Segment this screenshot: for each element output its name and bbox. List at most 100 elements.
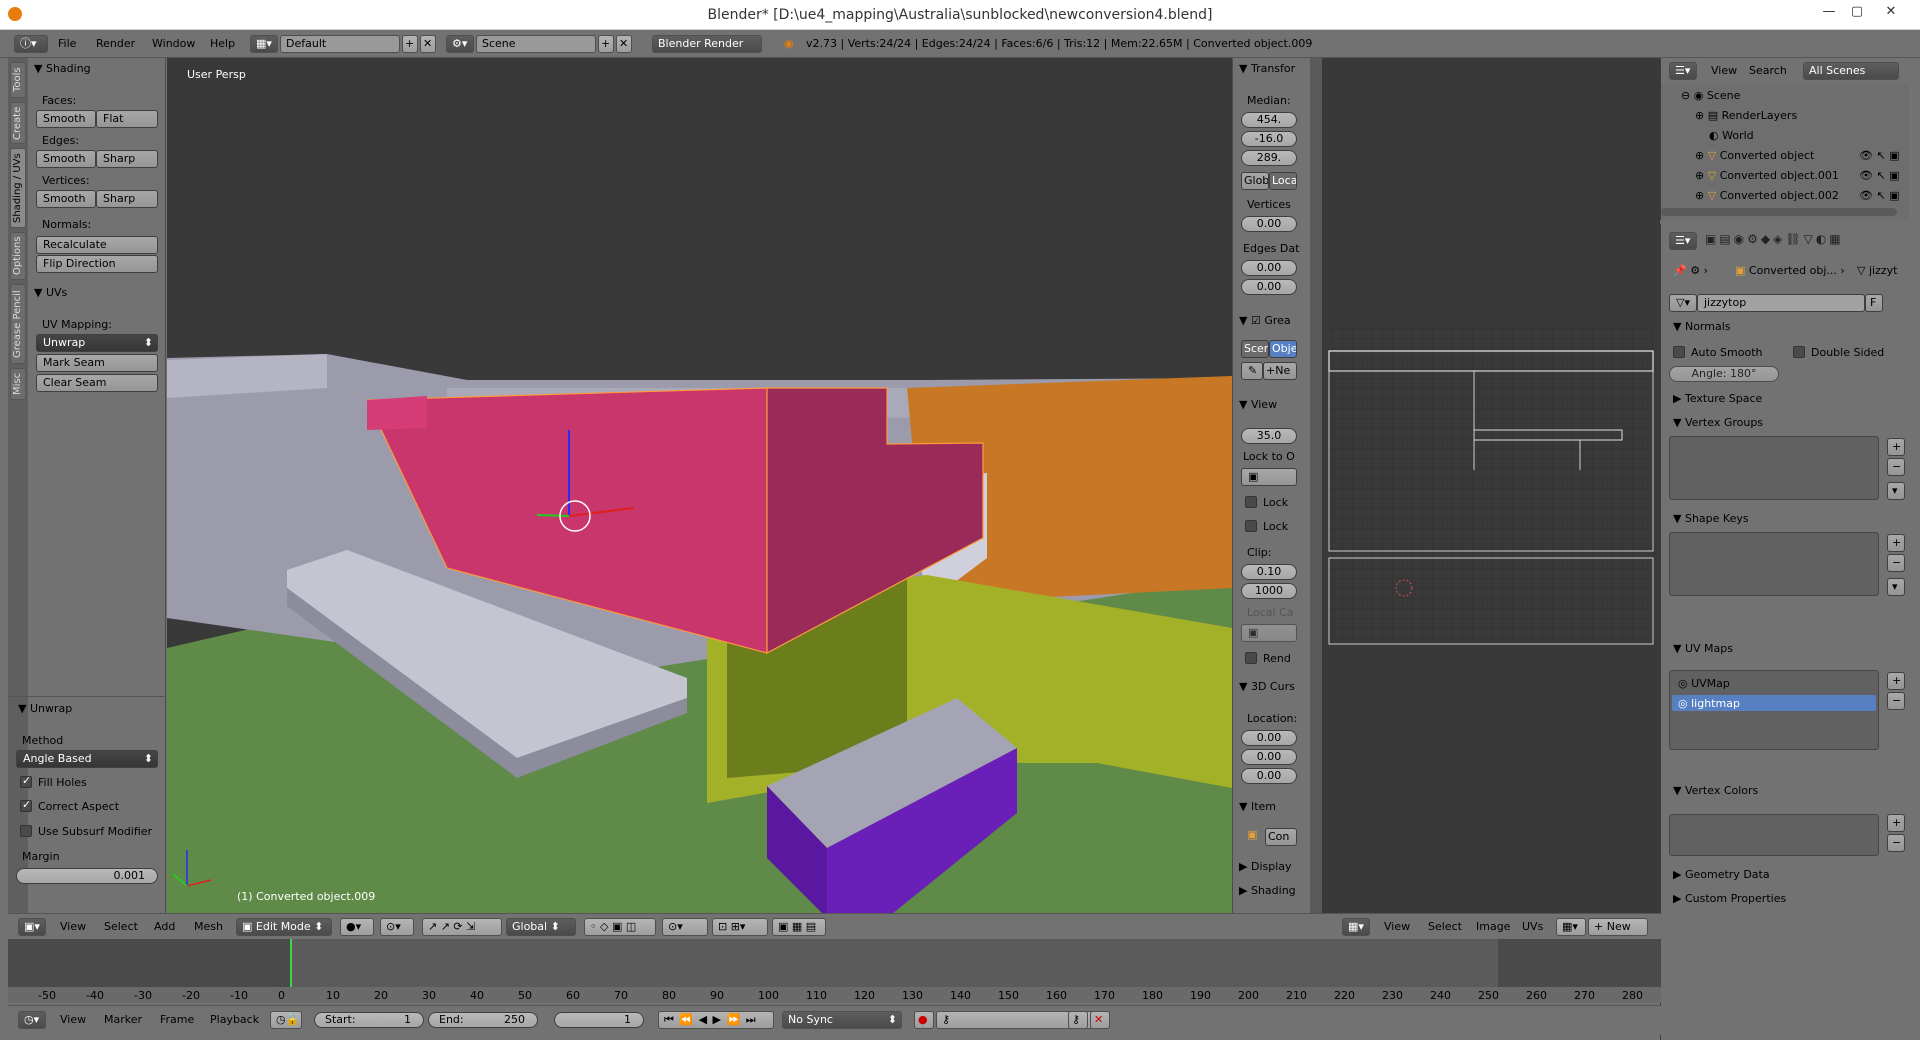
menu-window[interactable]: Window xyxy=(152,37,195,50)
view3d-menu-add[interactable]: Add xyxy=(154,920,175,933)
view3d-menu-view[interactable]: View xyxy=(60,920,86,933)
shape-key-add-icon[interactable]: + xyxy=(1887,534,1905,552)
playback-controls[interactable]: ⏮ ⏪ ◀ ▶ ⏩ ⏭ xyxy=(658,1011,774,1029)
local-toggle[interactable]: Loca xyxy=(1269,172,1297,190)
vertex-group-add-icon[interactable]: + xyxy=(1887,438,1905,456)
pin-icon[interactable]: 📌 ⚙ › xyxy=(1673,264,1708,277)
delete-keyframe-icon[interactable]: ✕ xyxy=(1090,1011,1110,1029)
visibility-icons-row-2[interactable]: 👁 ↖ ▣ xyxy=(1859,169,1900,182)
vertex-colors-header[interactable]: ▼ Vertex Colors xyxy=(1673,784,1758,797)
object-toggle[interactable]: Obje xyxy=(1269,340,1297,358)
clip-start-field[interactable]: 0.10 xyxy=(1241,564,1297,580)
uv-editor[interactable] xyxy=(1322,58,1660,913)
close-button[interactable]: ✕ xyxy=(1880,4,1902,22)
timeline-editor-icon[interactable]: ◷▾ xyxy=(18,1011,46,1029)
shape-key-remove-icon[interactable]: − xyxy=(1887,554,1905,572)
fill-holes-checkbox[interactable] xyxy=(20,774,32,788)
timeline-menu-playback[interactable]: Playback xyxy=(210,1013,259,1026)
tree-item-scene[interactable]: ⊖ ◉ Scene xyxy=(1681,89,1740,102)
unwrap-dropdown[interactable]: Unwrap ⬍ xyxy=(36,334,158,352)
end-frame-field[interactable]: End: 250 xyxy=(428,1012,538,1028)
outliner-search-menu[interactable]: Search xyxy=(1749,64,1787,77)
shape-keys-header[interactable]: ▼ Shape Keys xyxy=(1673,512,1749,525)
start-frame-field[interactable]: Start: 1 xyxy=(314,1012,424,1028)
timeline-menu-frame[interactable]: Frame xyxy=(160,1013,194,1026)
layout-add-icon[interactable]: + xyxy=(402,35,418,53)
tab-create[interactable]: Create xyxy=(10,102,26,144)
pivot-point-icon[interactable]: ⊙▾ xyxy=(380,918,414,936)
double-sided-checkbox[interactable] xyxy=(1793,346,1805,358)
cursor-z-field[interactable]: 0.00 xyxy=(1241,768,1297,784)
tree-item-object-001[interactable]: ⊕ ▽ Converted object.001 xyxy=(1695,169,1839,182)
uv-menu-select[interactable]: Select xyxy=(1428,920,1462,933)
minimize-button[interactable]: — xyxy=(1818,4,1840,22)
cursor-x-field[interactable]: 0.00 xyxy=(1241,730,1297,746)
vertex-colors-list[interactable] xyxy=(1669,814,1879,856)
preview-range-icon[interactable]: ◷🔒 xyxy=(270,1011,302,1029)
scene-remove-icon[interactable]: ✕ xyxy=(616,35,632,53)
uv-menu-uvs[interactable]: UVs xyxy=(1522,920,1543,933)
lock-camera-checkbox[interactable] xyxy=(1245,520,1257,532)
mode-select[interactable]: ▣ Edit Mode ⬍ xyxy=(236,918,332,936)
subsurf-checkbox[interactable] xyxy=(20,825,32,837)
vertex-groups-header[interactable]: ▼ Vertex Groups xyxy=(1673,416,1763,429)
geometry-data-header[interactable]: ▶ Geometry Data xyxy=(1673,868,1770,881)
vertex-group-remove-icon[interactable]: − xyxy=(1887,458,1905,476)
menu-help[interactable]: Help xyxy=(210,37,235,50)
local-camera-field[interactable]: ▣ xyxy=(1241,624,1297,642)
props-context-tabs[interactable]: ▣▤◉⚙◆◈⛓▽◐▦ xyxy=(1705,232,1915,250)
image-browse-icon[interactable]: ▦▾ xyxy=(1556,918,1586,936)
median-y-field[interactable]: -16.0 xyxy=(1241,131,1297,147)
transform-header[interactable]: ▼ Transfor xyxy=(1239,62,1295,75)
uvs-panel-header[interactable]: ▼ UVs xyxy=(34,286,67,299)
tab-tools[interactable]: Tools xyxy=(10,62,26,98)
current-frame-line[interactable] xyxy=(290,939,292,987)
tab-shading-uvs[interactable]: Shading / UVs xyxy=(10,148,26,228)
view3d-editor-icon[interactable]: ▣▾ xyxy=(18,918,46,936)
normals-panel-header[interactable]: ▼ Normals xyxy=(1673,320,1731,333)
mark-seam-button[interactable]: Mark Seam xyxy=(36,354,158,372)
edge-bevel-field[interactable]: 0.00 xyxy=(1241,279,1297,295)
custom-properties-header[interactable]: ▶ Custom Properties xyxy=(1673,892,1786,905)
layout-remove-icon[interactable]: ✕ xyxy=(420,35,436,53)
new-layer-button[interactable]: +Ne xyxy=(1263,362,1297,380)
median-z-field[interactable]: 289. xyxy=(1241,150,1297,166)
current-frame-field[interactable]: 1 xyxy=(554,1012,644,1028)
uv-menu-view[interactable]: View xyxy=(1384,920,1410,933)
sync-mode-select[interactable]: No Sync ⬍ xyxy=(782,1011,902,1029)
lens-field[interactable]: 35.0 xyxy=(1241,428,1297,444)
display-header[interactable]: ▶ Display xyxy=(1239,860,1292,873)
lock-cursor-checkbox[interactable] xyxy=(1245,496,1257,508)
vertices-sharp-button[interactable]: Sharp xyxy=(96,190,158,208)
snap-icon[interactable]: ⊡ ⊞▾ xyxy=(712,918,768,936)
breadcrumb-mesh[interactable]: ▽ jizzyt xyxy=(1857,264,1897,277)
mesh-datablock-icon[interactable]: ▽▾ xyxy=(1669,294,1697,312)
view3d-menu-mesh[interactable]: Mesh xyxy=(194,920,223,933)
global-toggle[interactable]: Glob xyxy=(1241,172,1269,190)
3d-viewport[interactable]: User Persp (1) Converted object.009 xyxy=(167,58,1232,913)
select-mode-buttons[interactable]: ◦ ◇ ▣ ◫ xyxy=(584,918,656,936)
new-image-button[interactable]: + New xyxy=(1588,918,1648,936)
tree-item-object[interactable]: ⊕ ▽ Converted object xyxy=(1695,149,1814,162)
menu-render[interactable]: Render xyxy=(96,37,135,50)
3d-cursor-header[interactable]: ▼ 3D Curs xyxy=(1239,680,1295,693)
insert-keyframe-icon[interactable]: ⚷ xyxy=(1068,1011,1088,1029)
render-view-icon[interactable]: ▣ ▦ ▤ xyxy=(772,918,826,936)
timeline-menu-view[interactable]: View xyxy=(60,1013,86,1026)
uv-editor-type-icon[interactable]: ▦▾ xyxy=(1342,918,1370,936)
menu-file[interactable]: File xyxy=(58,37,76,50)
flip-direction-button[interactable]: Flip Direction xyxy=(36,255,158,273)
orientation-select[interactable]: Global ⬍ xyxy=(506,918,576,936)
shape-keys-list[interactable] xyxy=(1669,532,1879,596)
uv-menu-image[interactable]: Image xyxy=(1476,920,1510,933)
vertex-weight-field[interactable]: 0.00 xyxy=(1241,216,1297,232)
correct-aspect-checkbox[interactable] xyxy=(20,798,32,812)
auto-smooth-checkbox[interactable] xyxy=(1673,346,1685,358)
clip-end-field[interactable]: 1000 xyxy=(1241,583,1297,599)
vertex-groups-list[interactable] xyxy=(1669,436,1879,500)
outliner-editor-icon[interactable]: ☰▾ xyxy=(1669,62,1697,80)
cursor-y-field[interactable]: 0.00 xyxy=(1241,749,1297,765)
texture-space-header[interactable]: ▶ Texture Space xyxy=(1673,392,1762,405)
uv-maps-header[interactable]: ▼ UV Maps xyxy=(1673,642,1733,655)
tree-item-world[interactable]: ◐ World xyxy=(1709,129,1754,142)
